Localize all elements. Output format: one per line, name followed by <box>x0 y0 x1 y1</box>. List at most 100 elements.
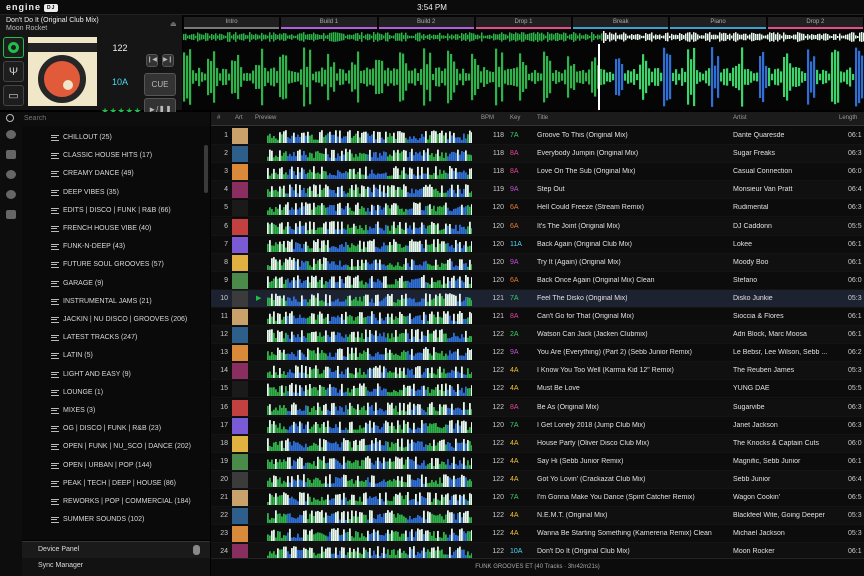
crate-item[interactable]: INSTRUMENTAL JAMS (21) <box>22 293 202 311</box>
header-preview[interactable]: Preview <box>255 115 276 121</box>
preview-waveform[interactable] <box>267 274 472 288</box>
preview-waveform[interactable] <box>267 183 472 198</box>
crate-item[interactable]: FUTURE SOUL GROOVES (57) <box>22 256 202 274</box>
table-row[interactable]: 8 120 9A Try It (Again) (Original Mix) Moody… <box>211 253 864 272</box>
section-marker[interactable]: Drop 2 <box>767 17 863 29</box>
preview-waveform[interactable] <box>267 473 472 487</box>
table-row[interactable]: 5 120 6A Hell Could Freeze (Stream Remix) Ru… <box>211 199 864 218</box>
preview-waveform[interactable] <box>267 419 472 433</box>
preview-waveform[interactable] <box>267 201 472 216</box>
playhead[interactable] <box>598 44 600 110</box>
table-row[interactable]: 19 122 4A Say Hi (Sebb Junior Remix) Magnifi… <box>211 453 864 471</box>
preview-waveform[interactable] <box>267 310 472 324</box>
table-row[interactable]: 18 122 4A House Party (Oliver Disco Club Mi… <box>211 434 864 453</box>
crate-item[interactable]: REWORKS | POP | COMMERCIAL (184) <box>22 493 202 511</box>
search-icon[interactable] <box>6 114 14 122</box>
table-row[interactable]: 17 120 7A I Get Lonely 2018 (Jump Club Mix)… <box>211 417 864 435</box>
header-title[interactable]: Title <box>537 115 548 121</box>
preview-waveform[interactable] <box>267 401 472 415</box>
crate-item[interactable]: DEEP VIBES (35) <box>22 184 202 202</box>
preview-waveform[interactable] <box>267 129 472 143</box>
next-track-button[interactable]: ▶❙ <box>162 54 174 67</box>
crate-item[interactable]: LATIN (5) <box>22 347 202 365</box>
preview-waveform[interactable] <box>267 256 472 270</box>
header-length[interactable]: Length <box>839 115 857 121</box>
cue-button[interactable]: CUE <box>144 73 176 96</box>
preview-waveform[interactable] <box>267 491 472 505</box>
header-artist[interactable]: Artist <box>733 115 747 121</box>
table-row[interactable]: 3 118 8A Love On The Sub (Original Mix) Casu… <box>211 163 864 182</box>
crate-item[interactable]: LOUNGE (1) <box>22 384 202 402</box>
crate-item[interactable]: GARAGE (9) <box>22 275 202 293</box>
folder-icon[interactable] <box>6 210 16 219</box>
section-marker[interactable]: Build 1 <box>281 17 377 29</box>
sync-manager-tab[interactable]: Sync Manager <box>22 558 210 576</box>
preview-waveform[interactable] <box>267 346 472 361</box>
table-row[interactable]: 23 122 4A Wanna Be Starting Something (Kame… <box>211 525 864 544</box>
overview-playhead[interactable] <box>603 31 605 43</box>
table-row[interactable]: 16 122 8A Be As (Original Mix) Sugarvibe 06:3 <box>211 398 864 417</box>
crate-item[interactable]: MIXES (3) <box>22 402 202 420</box>
preview-waveform[interactable] <box>267 328 472 343</box>
crate-item[interactable]: PEAK | TECH | DEEP | HOUSE (86) <box>22 475 202 493</box>
mic-button[interactable]: Ψ <box>3 61 24 82</box>
crate-scrollbar[interactable] <box>204 145 208 193</box>
preview-waveform[interactable] <box>267 147 472 162</box>
table-row[interactable]: 7 120 11A Back Again (Original Club Mix) Lok… <box>211 236 864 254</box>
preview-waveform[interactable] <box>267 165 472 180</box>
table-row[interactable]: 20 122 4A Got Yo Lovin' (Crackazat Club Mix… <box>211 470 864 489</box>
preview-waveform[interactable] <box>267 455 472 469</box>
table-row[interactable]: 15 122 4A Must Be Love YUNG DAE 05:5 <box>211 380 864 399</box>
section-marker[interactable]: Drop 1 <box>475 17 572 29</box>
table-row[interactable]: 11 121 8A Can't Go for That (Original Mix) S… <box>211 308 864 326</box>
overview-waveform[interactable] <box>183 31 864 43</box>
playlist-icon[interactable] <box>6 150 16 159</box>
search-input[interactable] <box>22 113 202 124</box>
screen-button[interactable]: ▭ <box>3 85 24 106</box>
crate-item[interactable]: FRENCH HOUSE VIBE (40) <box>22 220 202 238</box>
crate-item[interactable]: JACKIN | NU DISCO | GROOVES (206) <box>22 311 202 329</box>
preview-waveform[interactable] <box>267 527 472 542</box>
table-row[interactable]: 13 122 9A You Are (Everything) (Part 2) (Se… <box>211 344 864 363</box>
section-marker[interactable]: Piano <box>670 17 766 29</box>
engine-library-icon[interactable] <box>6 130 16 139</box>
header-art[interactable]: Art <box>235 115 243 121</box>
crate-item[interactable]: OG | DISCO | FUNK | R&B (23) <box>22 420 202 438</box>
previous-track-button[interactable]: ❙◀ <box>146 54 158 67</box>
preview-waveform[interactable] <box>267 238 472 252</box>
preview-waveform[interactable] <box>267 509 472 524</box>
preview-waveform[interactable] <box>267 437 472 451</box>
disc-icon[interactable] <box>6 170 16 179</box>
crate-item[interactable]: EDITS | DISCO | FUNK | R&B (66) <box>22 202 202 220</box>
usb-drive-icon[interactable] <box>6 190 16 199</box>
header-num[interactable]: # <box>217 115 220 121</box>
crate-item[interactable]: OPEN | URBAN | POP (144) <box>22 457 202 475</box>
table-row[interactable]: 1 118 7A Groove To This (Original Mix) Dante… <box>211 127 864 145</box>
table-row[interactable]: 4 119 9A Step Out Monsieur Van Pratt 06:4 <box>211 181 864 200</box>
device-panel-tab[interactable]: Device Panel <box>22 541 210 558</box>
table-row[interactable]: 21 120 7A I'm Gonna Make You Dance (Spirit … <box>211 489 864 507</box>
table-row[interactable]: 10 ▶ 121 7A Feel The Disko (Original Mix) Dis… <box>211 289 864 308</box>
preview-waveform[interactable] <box>267 292 472 306</box>
table-row[interactable]: 6 120 6A It's The Joint (Original Mix) DJ Ca… <box>211 217 864 236</box>
section-marker[interactable]: Build 2 <box>378 17 474 29</box>
section-marker[interactable]: Intro <box>184 17 280 29</box>
crate-item[interactable]: OPEN | FUNK | NU_SCO | DANCE (202) <box>22 438 202 456</box>
header-key[interactable]: Key <box>510 115 520 121</box>
preview-waveform[interactable] <box>267 364 472 379</box>
crate-item[interactable]: FUNK-N-DEEP (43) <box>22 238 202 256</box>
table-row[interactable]: 2 118 8A Everybody Jumpin (Original Mix) Sug… <box>211 145 864 164</box>
crate-item[interactable]: CHILLOUT (25) <box>22 129 202 147</box>
crate-item[interactable]: CLASSIC HOUSE HITS (17) <box>22 147 202 165</box>
scrolling-waveform[interactable] <box>183 44 864 110</box>
crate-item[interactable]: SUMMER SOUNDS (102) <box>22 511 202 529</box>
record-button[interactable] <box>3 37 24 58</box>
crate-item[interactable]: LATEST TRACKS (247) <box>22 329 202 347</box>
table-row[interactable]: 22 122 4A N.E.M.T. (Original Mix) Blackfeel … <box>211 507 864 526</box>
table-row[interactable]: 14 122 4A I Know You Too Well (Karma Kid 12… <box>211 362 864 381</box>
eject-icon[interactable]: ⏏ <box>170 20 177 28</box>
preview-waveform[interactable] <box>267 382 472 397</box>
crate-item[interactable]: LIGHT AND EASY (9) <box>22 366 202 384</box>
crate-item[interactable]: CREAMY DANCE (49) <box>22 165 202 183</box>
preview-waveform[interactable] <box>267 220 472 234</box>
